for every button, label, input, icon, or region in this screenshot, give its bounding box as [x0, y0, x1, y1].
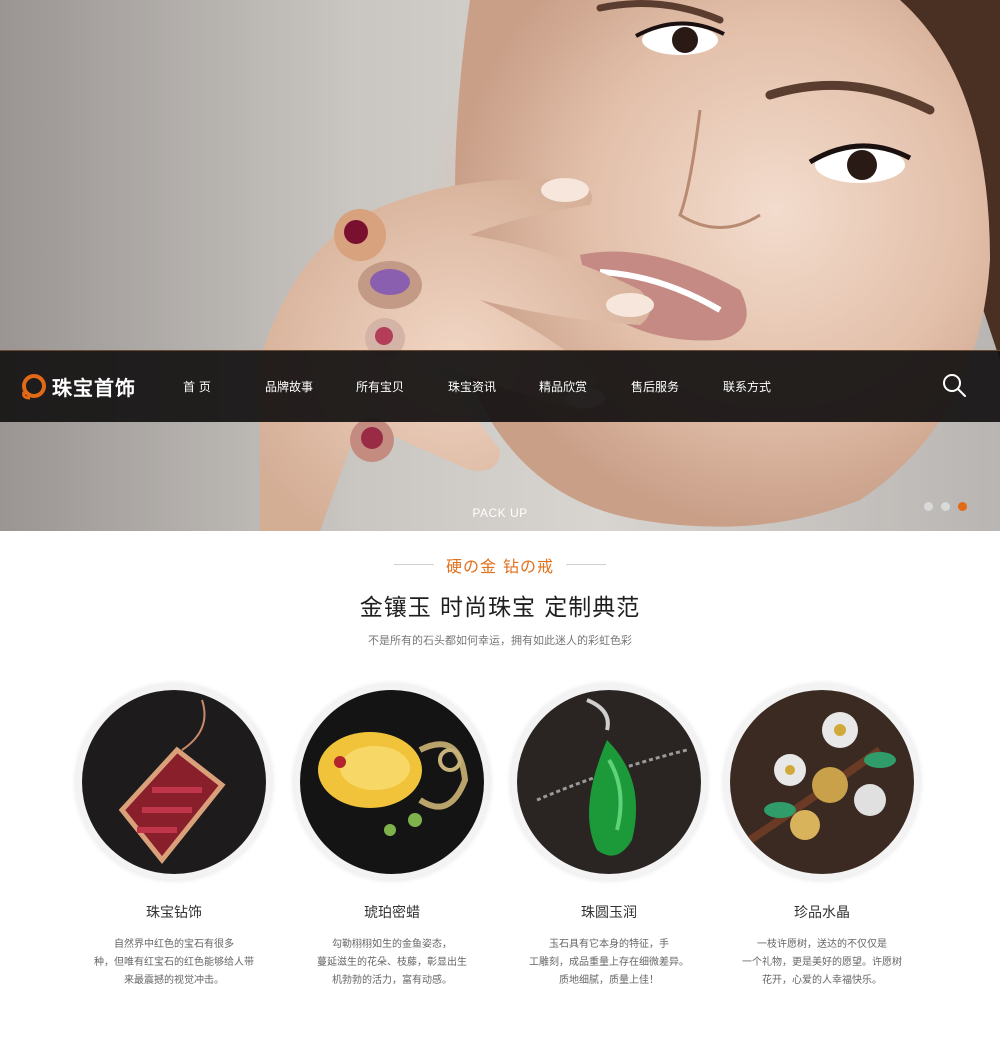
product-description-line: 种，但唯有红宝石的红色能够给人带	[94, 957, 254, 968]
site-logo[interactable]: 珠宝首饰	[20, 369, 136, 403]
amber-fish-image	[300, 690, 484, 874]
product-description: 自然界中红色的宝石有很多 种，但唯有红宝石的红色能够给人带 来最震撼的视觉冲击。	[84, 936, 264, 990]
product-image-frame[interactable]	[76, 684, 272, 880]
product-image-frame[interactable]	[511, 684, 707, 880]
product-description-line: 蔓延滋生的花朵、枝藤，彰显出生	[317, 957, 467, 968]
product-image-frame[interactable]	[724, 684, 920, 880]
main-navigation: 珠宝首饰 首 页 品牌故事 所有宝贝 珠宝资讯 精品欣赏 售后服务 联系方式	[0, 350, 1000, 422]
product-title: 珍品水晶	[794, 905, 850, 921]
product-image-frame[interactable]	[294, 684, 490, 880]
section-eyebrow: 硬の金 钻の戒	[0, 552, 1000, 576]
product-description: 一枝许愿树，送达的不仅仅是 一个礼物，更是美好的愿望。许愿树 花开，心爱的人幸福…	[732, 936, 912, 990]
product-title: 珠宝钻饰	[146, 905, 202, 921]
nav-item-after-sales[interactable]: 售后服务	[631, 378, 679, 395]
hero-banner	[0, 0, 1000, 531]
ruby-pendant-image	[82, 690, 266, 874]
slider-dot-1[interactable]	[924, 502, 933, 511]
nav-item-news[interactable]: 珠宝资讯	[448, 378, 496, 395]
product-description: 勾勒栩栩如生的金鱼姿态， 蔓延滋生的花朵、枝藤，彰显出生 机勃勃的活力，富有动感…	[302, 936, 482, 990]
nav-item-gallery[interactable]: 精品欣赏	[539, 378, 587, 395]
section-headline: 金镶玉 时尚珠宝 定制典范	[359, 595, 641, 621]
nav-item-contact[interactable]: 联系方式	[723, 378, 771, 395]
logo-text: 珠宝首饰	[52, 375, 136, 400]
crystal-brooch-image	[730, 690, 914, 874]
product-description-line: 来最震撼的视觉冲击。	[124, 975, 224, 986]
slider-dots	[924, 502, 967, 511]
slider-dot-2[interactable]	[941, 502, 950, 511]
nav-item-brand-story[interactable]: 品牌故事	[265, 378, 313, 395]
product-description-line: 一个礼物，更是美好的愿望。许愿树	[742, 957, 902, 968]
eyebrow-divider-right	[566, 564, 606, 565]
product-description-line: 一枝许愿树，送达的不仅仅是	[757, 939, 887, 950]
logo-ring-icon	[22, 374, 46, 400]
jade-pendant-image	[517, 690, 701, 874]
product-description-line: 质地细腻，质量上佳！	[559, 975, 659, 986]
product-description-line: 花开，心爱的人幸福快乐。	[762, 975, 882, 986]
product-description-line: 工雕刻，成品重量上存在细微差异。	[529, 957, 689, 968]
product-description-line: 自然界中红色的宝石有很多	[114, 939, 234, 950]
nav-item-all-products[interactable]: 所有宝贝	[356, 378, 404, 395]
slider-dot-3-active[interactable]	[958, 502, 967, 511]
product-description-line: 机勃勃的活力，富有动感。	[332, 975, 452, 986]
product-description-line: 勾勒栩栩如生的金鱼姿态，	[332, 939, 452, 950]
product-title: 琥珀密蜡	[364, 905, 420, 921]
nav-item-home[interactable]: 首 页	[183, 378, 211, 395]
product-description-line: 玉石具有它本身的特征，手	[549, 939, 669, 950]
section-eyebrow-text: 硬の金 钻の戒	[445, 557, 555, 576]
product-description: 玉石具有它本身的特征，手 工雕刻，成品重量上存在细微差异。 质地细腻，质量上佳！	[519, 936, 699, 990]
pack-up-caption[interactable]: PACK UP	[0, 506, 1000, 520]
hero-image	[260, 0, 1000, 531]
product-title: 珠圆玉润	[581, 905, 637, 921]
section-subline: 不是所有的石头都如何幸运，拥有如此迷人的彩虹色彩	[368, 634, 632, 647]
search-icon[interactable]	[940, 371, 968, 399]
